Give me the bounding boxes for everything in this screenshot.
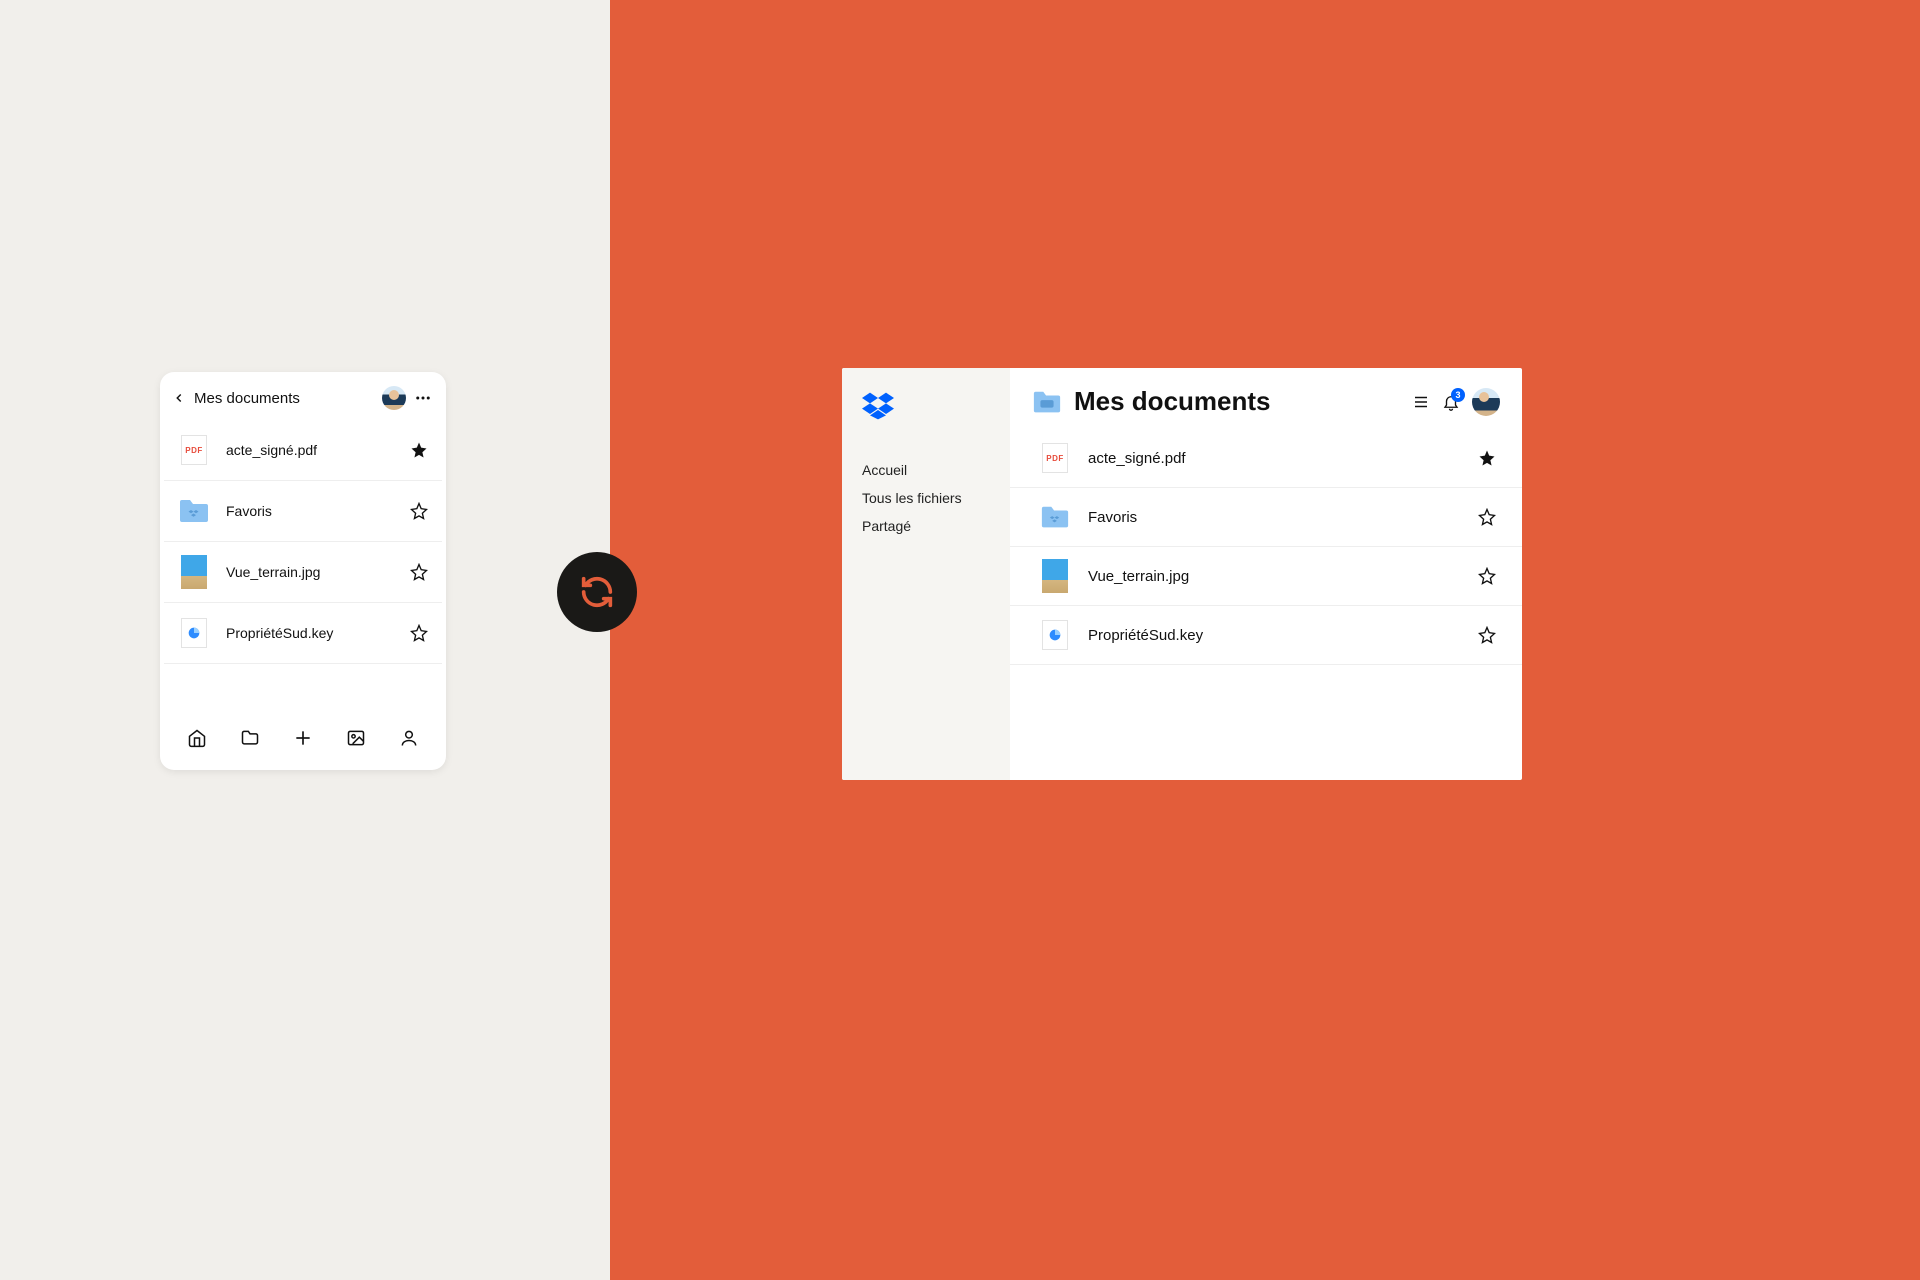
more-icon[interactable]: [414, 389, 432, 407]
file-row[interactable]: PDF acte_signé.pdf: [1010, 429, 1522, 488]
notification-badge: 3: [1451, 388, 1465, 402]
keynote-file-icon: [178, 617, 210, 649]
sync-icon: [557, 552, 637, 632]
image-file-icon: [178, 556, 210, 588]
file-row[interactable]: PDF acte_signé.pdf: [164, 420, 442, 481]
avatar[interactable]: [1472, 388, 1500, 416]
dropbox-logo-icon[interactable]: [862, 392, 990, 420]
mobile-page-title: Mes documents: [194, 390, 374, 407]
file-row[interactable]: PropriétéSud.key: [164, 603, 442, 664]
back-icon[interactable]: [172, 391, 186, 405]
account-icon[interactable]: [399, 728, 419, 748]
star-outline-icon[interactable]: [410, 563, 428, 581]
plus-icon[interactable]: [293, 728, 313, 748]
file-name: acte_signé.pdf: [226, 442, 394, 458]
photos-icon[interactable]: [346, 728, 366, 748]
star-filled-icon[interactable]: [1478, 449, 1496, 467]
sidebar-item-home[interactable]: Accueil: [862, 456, 990, 484]
file-name: acte_signé.pdf: [1088, 450, 1460, 467]
folder-nav-icon[interactable]: [240, 728, 260, 748]
list-view-icon[interactable]: [1412, 393, 1430, 411]
file-row[interactable]: Favoris: [164, 481, 442, 542]
star-filled-icon[interactable]: [410, 441, 428, 459]
sidebar-item-all-files[interactable]: Tous les fichiers: [862, 484, 990, 512]
file-name: Vue_terrain.jpg: [1088, 568, 1460, 585]
mobile-header: Mes documents: [160, 372, 446, 420]
desktop-sidebar: Accueil Tous les fichiers Partagé: [842, 368, 1010, 780]
sidebar-item-shared[interactable]: Partagé: [862, 512, 990, 540]
image-file-icon: [1040, 561, 1070, 591]
left-background: Mes documents PDF acte_signé.pdf F: [0, 0, 610, 1280]
desktop-app-card: Accueil Tous les fichiers Partagé Mes do…: [842, 368, 1522, 780]
desktop-header: Mes documents 3: [1010, 368, 1522, 429]
file-row[interactable]: Vue_terrain.jpg: [1010, 547, 1522, 606]
desktop-file-list: PDF acte_signé.pdf Favoris: [1010, 429, 1522, 665]
file-row[interactable]: Vue_terrain.jpg: [164, 542, 442, 603]
star-outline-icon[interactable]: [410, 624, 428, 642]
file-row[interactable]: PropriétéSud.key: [1010, 606, 1522, 665]
star-outline-icon[interactable]: [410, 502, 428, 520]
star-outline-icon[interactable]: [1478, 508, 1496, 526]
notification-bell-icon[interactable]: 3: [1442, 393, 1460, 411]
folder-icon: [178, 495, 210, 527]
file-name: PropriétéSud.key: [1088, 627, 1460, 644]
pdf-file-icon: PDF: [178, 434, 210, 466]
star-outline-icon[interactable]: [1478, 626, 1496, 644]
shared-folder-icon: [1032, 389, 1062, 415]
file-name: Favoris: [226, 503, 394, 519]
folder-icon: [1040, 502, 1070, 532]
file-row[interactable]: Favoris: [1010, 488, 1522, 547]
desktop-page-title: Mes documents: [1074, 386, 1400, 417]
desktop-main: Mes documents 3 PDF acte_signé.pdf: [1010, 368, 1522, 780]
avatar[interactable]: [382, 386, 406, 410]
home-icon[interactable]: [187, 728, 207, 748]
file-name: PropriétéSud.key: [226, 625, 394, 641]
mobile-app-card: Mes documents PDF acte_signé.pdf F: [160, 372, 446, 770]
keynote-file-icon: [1040, 620, 1070, 650]
mobile-file-list: PDF acte_signé.pdf Favoris: [160, 420, 446, 664]
star-outline-icon[interactable]: [1478, 567, 1496, 585]
right-background: Accueil Tous les fichiers Partagé Mes do…: [610, 0, 1920, 1280]
file-name: Vue_terrain.jpg: [226, 564, 394, 580]
pdf-file-icon: PDF: [1040, 443, 1070, 473]
mobile-bottom-nav: [160, 712, 446, 770]
file-name: Favoris: [1088, 509, 1460, 526]
